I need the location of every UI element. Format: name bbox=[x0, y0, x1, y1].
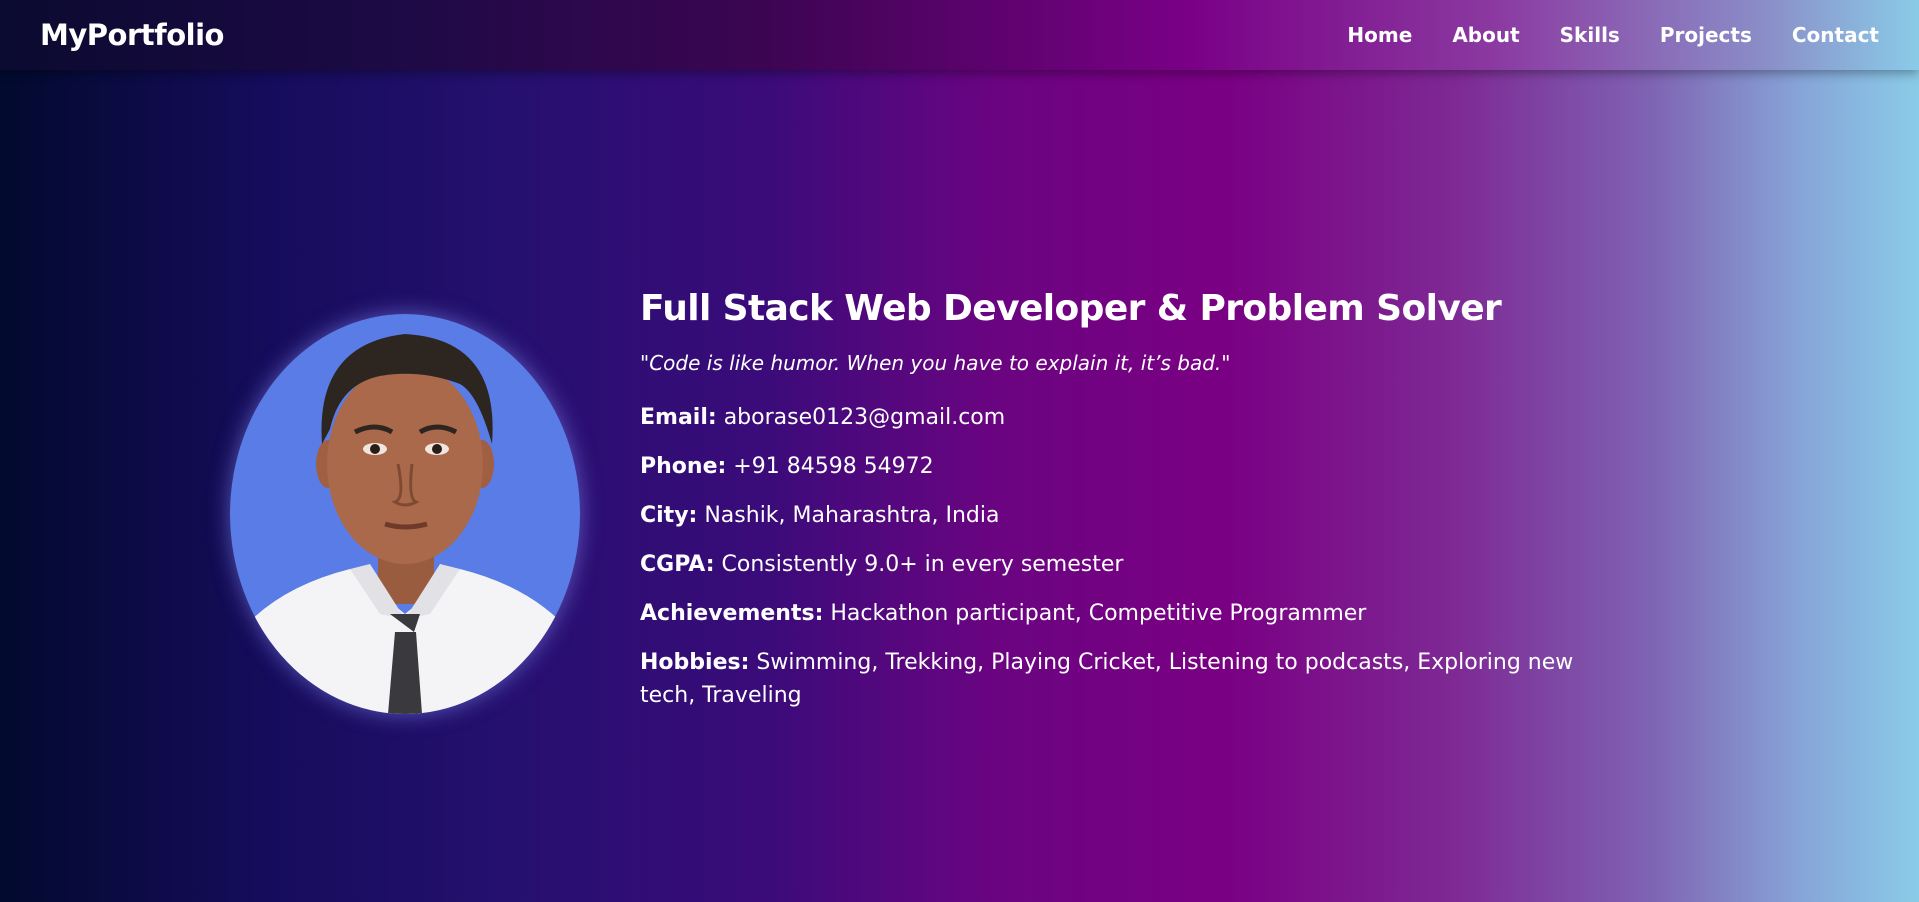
detail-phone: Phone: +91 84598 54972 bbox=[640, 450, 1620, 483]
detail-phone-value: +91 84598 54972 bbox=[733, 454, 934, 479]
detail-email: Email: aborase0123@gmail.com bbox=[640, 401, 1620, 434]
detail-city: City: Nashik, Maharashtra, India bbox=[640, 499, 1620, 532]
detail-cgpa-value: Consistently 9.0+ in every semester bbox=[721, 552, 1124, 577]
detail-achievements: Achievements: Hackathon participant, Com… bbox=[640, 597, 1620, 630]
nav-link-about[interactable]: About bbox=[1452, 23, 1519, 47]
detail-phone-label: Phone: bbox=[640, 454, 727, 479]
profile-info: Full Stack Web Developer & Problem Solve… bbox=[640, 288, 1640, 728]
profile-photo bbox=[230, 314, 580, 714]
detail-city-label: City: bbox=[640, 503, 698, 528]
detail-hobbies: Hobbies: Swimming, Trekking, Playing Cri… bbox=[640, 646, 1620, 712]
detail-cgpa: CGPA: Consistently 9.0+ in every semeste… bbox=[640, 548, 1620, 581]
detail-achievements-label: Achievements: bbox=[640, 601, 824, 626]
site-logo[interactable]: MyPortfolio bbox=[40, 18, 224, 52]
detail-email-label: Email: bbox=[640, 405, 717, 430]
page-title: Full Stack Web Developer & Problem Solve… bbox=[640, 288, 1502, 329]
detail-hobbies-value: Swimming, Trekking, Playing Cricket, Lis… bbox=[640, 650, 1574, 708]
detail-cgpa-label: CGPA: bbox=[640, 552, 715, 577]
nav-links: Home About Skills Projects Contact bbox=[1347, 23, 1879, 47]
nav-link-projects[interactable]: Projects bbox=[1660, 23, 1752, 47]
detail-hobbies-label: Hobbies: bbox=[640, 650, 750, 675]
nav-link-contact[interactable]: Contact bbox=[1792, 23, 1879, 47]
nav-link-skills[interactable]: Skills bbox=[1560, 23, 1620, 47]
detail-city-value: Nashik, Maharashtra, India bbox=[704, 503, 1000, 528]
profile-quote: "Code is like humor. When you have to ex… bbox=[640, 351, 1231, 375]
detail-achievements-value: Hackathon participant, Competitive Progr… bbox=[830, 601, 1367, 626]
detail-email-value: aborase0123@gmail.com bbox=[723, 405, 1006, 430]
nav-link-home[interactable]: Home bbox=[1347, 23, 1412, 47]
profile-photo-image bbox=[230, 314, 580, 714]
navbar: MyPortfolio Home About Skills Projects C… bbox=[0, 0, 1919, 70]
